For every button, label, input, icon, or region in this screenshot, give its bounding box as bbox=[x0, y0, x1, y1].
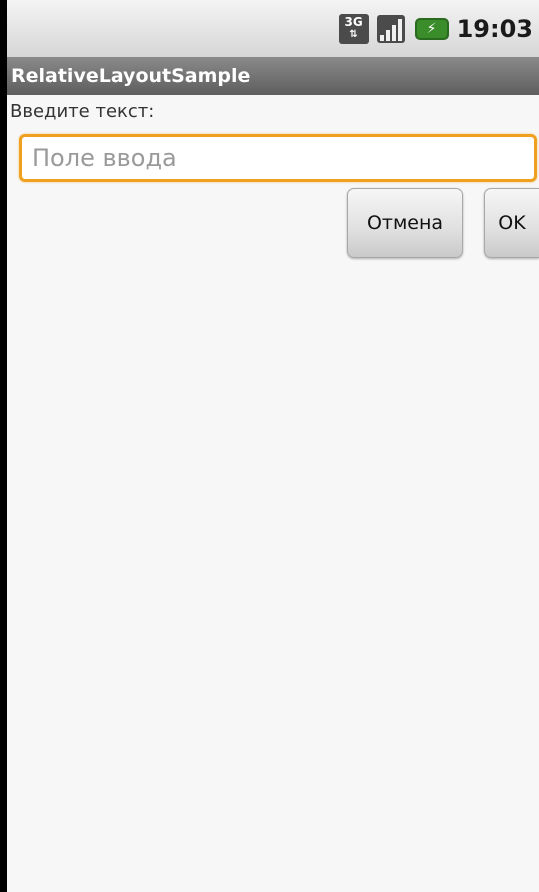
clock: 19:03 bbox=[456, 15, 533, 43]
ok-button[interactable]: OK bbox=[484, 188, 539, 258]
status-bar: 3G ⇅ ⚡ 19:03 bbox=[7, 0, 539, 58]
prompt-label: Введите текст: bbox=[10, 101, 155, 122]
network-type-label: 3G bbox=[344, 15, 363, 29]
battery-icon: ⚡ bbox=[414, 18, 449, 40]
cancel-button[interactable]: Отмена bbox=[347, 188, 463, 258]
3g-icon: 3G ⇅ bbox=[338, 14, 369, 44]
text-input[interactable] bbox=[19, 134, 537, 182]
app-title: RelativeLayoutSample bbox=[11, 65, 251, 87]
screen: 3G ⇅ ⚡ 19:03 RelativeLayoutSample Введит… bbox=[7, 0, 539, 892]
data-arrows-icon: ⇅ bbox=[349, 29, 358, 40]
app-title-bar: RelativeLayoutSample bbox=[7, 57, 539, 95]
signal-icon bbox=[376, 15, 405, 43]
status-icons: 3G ⇅ ⚡ 19:03 bbox=[338, 12, 539, 46]
